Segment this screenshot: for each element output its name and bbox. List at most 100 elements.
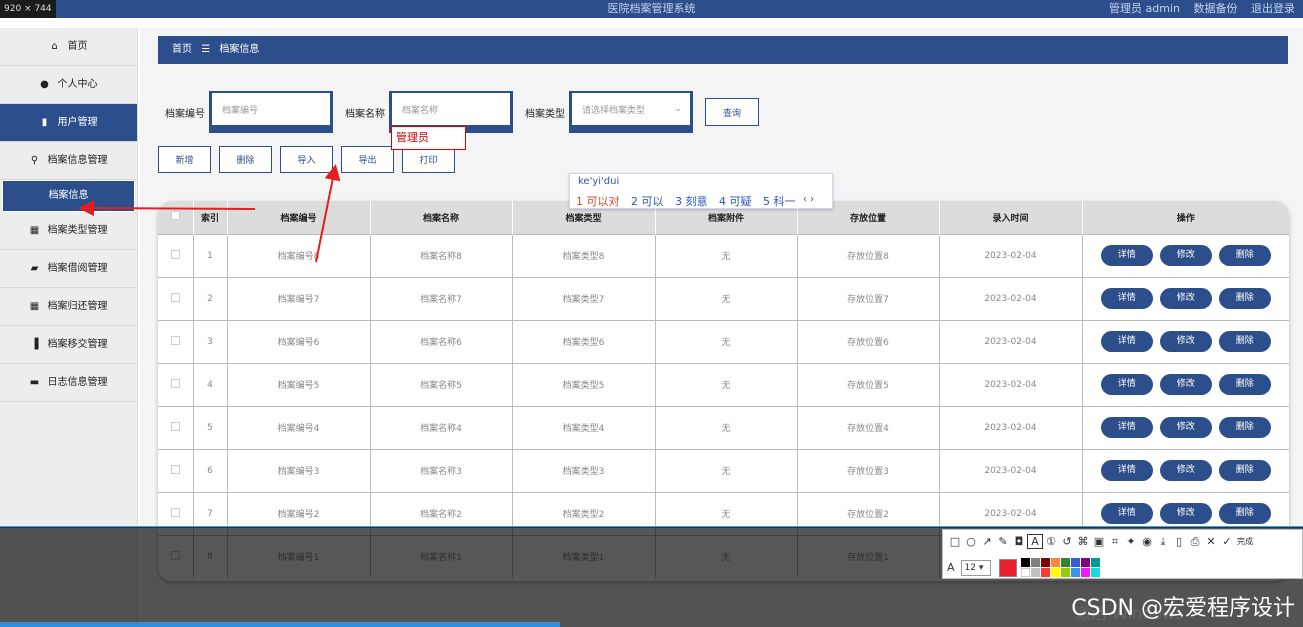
row-checkbox[interactable] — [170, 292, 180, 302]
row-select-cell[interactable] — [158, 319, 194, 363]
edit-button[interactable]: 修改 — [1159, 460, 1212, 481]
detail-button[interactable]: 详情 — [1100, 417, 1153, 438]
row-checkbox[interactable] — [170, 335, 180, 345]
select-all-checkbox[interactable] — [170, 211, 180, 221]
close-icon[interactable]: ✕ — [1203, 535, 1219, 548]
sidebar-subitem-archive-info[interactable]: 档案信息 — [2, 180, 135, 212]
row-select-cell[interactable] — [158, 233, 194, 277]
delete-row-button[interactable]: 删除 — [1218, 374, 1271, 395]
bookmark-icon[interactable]: ⎙ — [1187, 535, 1203, 549]
role-text-input[interactable]: 管理员 — [391, 126, 466, 150]
row-select-cell[interactable] — [158, 362, 194, 406]
print-button[interactable]: 打印 — [402, 146, 455, 173]
sidebar-item-home[interactable]: ⌂ 首页 — [0, 28, 137, 66]
done-button[interactable]: 完成 — [1237, 536, 1253, 547]
delete-row-button[interactable]: 删除 — [1218, 288, 1271, 309]
delete-row-button[interactable]: 删除 — [1218, 245, 1271, 266]
pin-icon[interactable]: ✦ — [1123, 535, 1139, 548]
detail-button[interactable]: 详情 — [1100, 460, 1153, 481]
import-button[interactable]: 导入 — [280, 146, 333, 173]
detail-button[interactable]: 详情 — [1100, 245, 1153, 266]
detail-button[interactable]: 详情 — [1100, 288, 1153, 309]
edit-button[interactable]: 修改 — [1159, 331, 1212, 352]
sidebar-item-archive-types[interactable]: ▦ 档案类型管理 — [0, 212, 137, 250]
number-tool-icon[interactable]: ① — [1043, 535, 1059, 548]
rectangle-tool-icon[interactable]: □ — [947, 535, 963, 548]
edit-button[interactable]: 修改 — [1159, 417, 1212, 438]
color-swatch[interactable] — [1020, 568, 1030, 577]
color-swatch[interactable] — [1060, 558, 1070, 567]
backup-link[interactable]: 数据备份 — [1194, 2, 1238, 15]
color-swatch[interactable] — [1080, 568, 1090, 577]
ellipse-tool-icon[interactable]: ○ — [963, 535, 979, 548]
row-checkbox[interactable] — [170, 421, 180, 431]
color-swatch[interactable] — [1080, 558, 1090, 567]
text-tool-icon[interactable]: A — [1027, 534, 1043, 549]
archive-type-select[interactable]: 请选择档案类型 ⌄ — [572, 93, 690, 125]
row-checkbox[interactable] — [170, 249, 180, 259]
ime-candidate[interactable]: 5 科一 — [763, 195, 796, 208]
logout-link[interactable]: 退出登录 — [1251, 2, 1295, 15]
color-swatch[interactable] — [1030, 558, 1040, 567]
delete-button[interactable]: 删除 — [219, 146, 272, 173]
sidebar-item-borrowing[interactable]: ▰ 档案借阅管理 — [0, 250, 137, 288]
color-swatch[interactable] — [1040, 568, 1050, 577]
color-swatch[interactable] — [1030, 568, 1040, 577]
arrow-tool-icon[interactable]: ↗ — [979, 535, 995, 548]
edit-button[interactable]: 修改 — [1159, 374, 1212, 395]
ime-candidate[interactable]: 4 可疑 — [719, 195, 752, 208]
color-swatch[interactable] — [1070, 568, 1080, 577]
mosaic-tool-icon[interactable]: ◘ — [1011, 535, 1027, 548]
sidebar-item-returning[interactable]: ▦ 档案归还管理 — [0, 288, 137, 326]
font-size-select[interactable]: 12 ▾ — [960, 559, 991, 576]
row-checkbox[interactable] — [170, 378, 180, 388]
copy-icon[interactable]: ▯ — [1171, 535, 1187, 548]
query-button[interactable]: 查询 — [705, 98, 759, 126]
ocr-tool-icon[interactable]: ⌗ — [1107, 535, 1123, 549]
pen-tool-icon[interactable]: ✎ — [995, 535, 1011, 548]
color-swatch[interactable] — [1060, 568, 1070, 577]
sidebar-item-archive-management[interactable]: ⚲ 档案信息管理 — [0, 142, 137, 180]
export-button[interactable]: 导出 — [341, 146, 394, 173]
sidebar-item-logs[interactable]: ▬ 日志信息管理 — [0, 364, 137, 402]
row-checkbox[interactable] — [170, 464, 180, 474]
edit-button[interactable]: 修改 — [1159, 288, 1212, 309]
ime-candidate[interactable]: 2 可以 — [631, 195, 664, 208]
sidebar-item-transfer[interactable]: ▐ 档案移交管理 — [0, 326, 137, 364]
detail-button[interactable]: 详情 — [1100, 374, 1153, 395]
sidebar-item-profile[interactable]: ● 个人中心 — [0, 66, 137, 104]
row-select-cell[interactable] — [158, 405, 194, 449]
ime-candidate[interactable]: 1 可以对 — [576, 195, 620, 208]
color-swatch[interactable] — [1020, 558, 1030, 567]
pin-tool-icon[interactable]: ⌘ — [1075, 535, 1091, 548]
download-icon[interactable]: ⤓ — [1155, 535, 1171, 549]
delete-row-button[interactable]: 删除 — [1218, 460, 1271, 481]
detail-button[interactable]: 详情 — [1100, 503, 1153, 524]
archive-name-input[interactable]: 档案名称 — [392, 93, 510, 125]
color-swatch[interactable] — [1090, 568, 1100, 577]
select-all-cell[interactable] — [158, 201, 194, 234]
color-swatch[interactable] — [1050, 558, 1060, 567]
delete-row-button[interactable]: 删除 — [1218, 417, 1271, 438]
translate-tool-icon[interactable]: ▣ — [1091, 535, 1107, 548]
edit-button[interactable]: 修改 — [1159, 245, 1212, 266]
row-select-cell[interactable] — [158, 276, 194, 320]
check-icon[interactable]: ✓ — [1219, 535, 1235, 548]
delete-row-button[interactable]: 删除 — [1218, 331, 1271, 352]
ime-page-nav[interactable]: ‹ › — [803, 194, 814, 205]
row-checkbox[interactable] — [170, 507, 180, 517]
current-color-swatch[interactable] — [998, 558, 1017, 577]
row-select-cell[interactable] — [158, 448, 194, 492]
add-button[interactable]: 新增 — [158, 146, 211, 173]
color-swatch[interactable] — [1040, 558, 1050, 567]
undo-icon[interactable]: ↺ — [1059, 535, 1075, 548]
detail-button[interactable]: 详情 — [1100, 331, 1153, 352]
delete-row-button[interactable]: 删除 — [1218, 503, 1271, 524]
record-icon[interactable]: ◉ — [1139, 535, 1155, 548]
archive-no-input[interactable]: 档案编号 — [212, 93, 330, 125]
sidebar-item-users[interactable]: ▮ 用户管理 — [0, 104, 137, 142]
breadcrumb-home[interactable]: 首页 — [172, 44, 192, 55]
ime-candidate[interactable]: 3 刻意 — [675, 195, 708, 208]
color-swatch[interactable] — [1050, 568, 1060, 577]
edit-button[interactable]: 修改 — [1159, 503, 1212, 524]
